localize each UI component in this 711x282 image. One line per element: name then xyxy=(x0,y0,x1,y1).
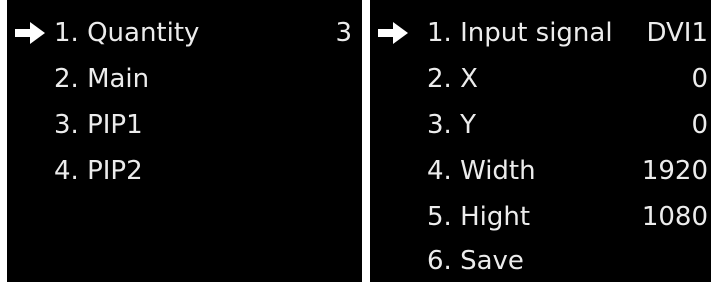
window-settings-screen: 1. Input signal DVI1 2. X 0 3. Y 0 4. Wi… xyxy=(370,0,711,282)
menu-item-label: 1. Quantity xyxy=(54,18,200,48)
arrow-right-icon xyxy=(15,22,45,44)
arrow-right-icon xyxy=(378,22,408,44)
menu-item-x[interactable]: 2. X 0 xyxy=(370,56,711,102)
menu-item-label: 2. X xyxy=(427,64,478,94)
menu-item-value: DVI1 xyxy=(646,18,708,48)
menu-item-label: 4. PIP2 xyxy=(54,156,143,186)
menu-item-value: 0 xyxy=(691,64,708,94)
menu-item-label: 1. Input signal xyxy=(427,18,613,48)
menu-item-label: 2. Main xyxy=(54,64,150,94)
menu-item-input-signal[interactable]: 1. Input signal DVI1 xyxy=(370,10,711,56)
menu-item-value: 1080 xyxy=(641,202,708,232)
main-menu-screen: 1. Quantity 3 2. Main 3. PIP1 4. PIP2 xyxy=(7,0,362,282)
menu-item-main[interactable]: 2. Main xyxy=(7,56,362,102)
menu-item-value: 0 xyxy=(691,110,708,140)
menu-item-label: 4. Width xyxy=(427,156,536,186)
menu-item-width[interactable]: 4. Width 1920 xyxy=(370,148,711,194)
menu-item-value: 1920 xyxy=(641,156,708,186)
menu-item-label: 3. Y xyxy=(427,110,476,140)
menu-item-pip2[interactable]: 4. PIP2 xyxy=(7,148,362,194)
menu-item-y[interactable]: 3. Y 0 xyxy=(370,102,711,148)
menu-item-label: 5. Hight xyxy=(427,202,531,232)
menu-item-save[interactable]: 6. Save xyxy=(370,238,711,282)
menu-item-quantity[interactable]: 1. Quantity 3 xyxy=(7,10,362,56)
menu-item-label: 6. Save xyxy=(427,246,524,276)
menu-item-value: 3 xyxy=(335,18,352,48)
menu-item-height[interactable]: 5. Hight 1080 xyxy=(370,194,711,240)
menu-item-pip1[interactable]: 3. PIP1 xyxy=(7,102,362,148)
menu-item-label: 3. PIP1 xyxy=(54,110,143,140)
